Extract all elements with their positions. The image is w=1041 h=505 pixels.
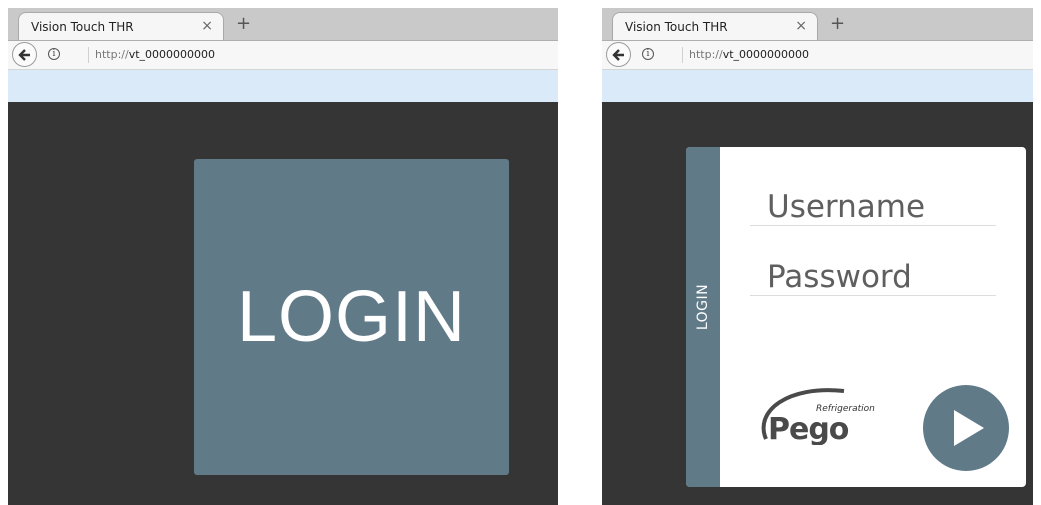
login-tile-label: LOGIN [236, 277, 467, 357]
username-placeholder: Username [767, 189, 926, 225]
username-field[interactable]: Username [750, 189, 996, 226]
url-scheme: http:// [689, 48, 723, 61]
url-host: vt_0000000000 [128, 48, 216, 61]
url-scheme: http:// [95, 48, 129, 61]
toolbar-band [8, 70, 558, 102]
info-icon[interactable]: i [48, 48, 60, 60]
pego-logo-text: Pego [768, 412, 849, 445]
login-side-label: LOGIN [695, 283, 711, 331]
new-tab-button[interactable]: + [830, 13, 845, 34]
page-content: LOGIN [8, 102, 558, 505]
password-field[interactable]: Password [750, 259, 996, 296]
browser-window-left: Vision Touch THR × + i http://vt_0000000… [8, 8, 558, 505]
close-tab-icon[interactable]: × [795, 18, 807, 34]
pego-logo: Refrigeration Pego [761, 388, 875, 445]
url-separator [682, 47, 683, 63]
login-panel: LOGIN Username Password Refrigeration Pe… [686, 147, 1026, 487]
url-separator [88, 47, 89, 63]
browser-window-right: Vision Touch THR × + i http://vt_0000000… [602, 8, 1033, 505]
back-arrow-icon [17, 48, 30, 61]
password-placeholder: Password [767, 259, 912, 295]
address-bar[interactable]: http://vt_0000000000 [689, 48, 809, 61]
back-button[interactable] [12, 42, 37, 67]
page-content: LOGIN Username Password Refrigeration Pe… [602, 102, 1033, 505]
play-icon [954, 410, 984, 446]
tab-title: Vision Touch THR [31, 20, 134, 34]
navigation-bar: i http://vt_0000000000 [602, 41, 1033, 70]
login-tile[interactable]: LOGIN [194, 159, 509, 475]
new-tab-button[interactable]: + [236, 13, 251, 34]
back-arrow-icon [611, 48, 624, 61]
navigation-bar: i http://vt_0000000000 [8, 41, 558, 70]
back-button[interactable] [606, 42, 631, 67]
login-submit-button[interactable] [923, 385, 1009, 471]
tab-strip: Vision Touch THR × + [8, 8, 558, 41]
address-bar[interactable]: http://vt_0000000000 [95, 48, 215, 61]
url-host: vt_0000000000 [722, 48, 810, 61]
browser-tab[interactable]: Vision Touch THR × [18, 12, 224, 40]
browser-tab[interactable]: Vision Touch THR × [612, 12, 818, 40]
tab-title: Vision Touch THR [625, 20, 728, 34]
login-side-bar: LOGIN [686, 147, 720, 487]
close-tab-icon[interactable]: × [201, 18, 213, 34]
tab-strip: Vision Touch THR × + [602, 8, 1033, 41]
toolbar-band [602, 70, 1033, 102]
info-icon[interactable]: i [642, 48, 654, 60]
